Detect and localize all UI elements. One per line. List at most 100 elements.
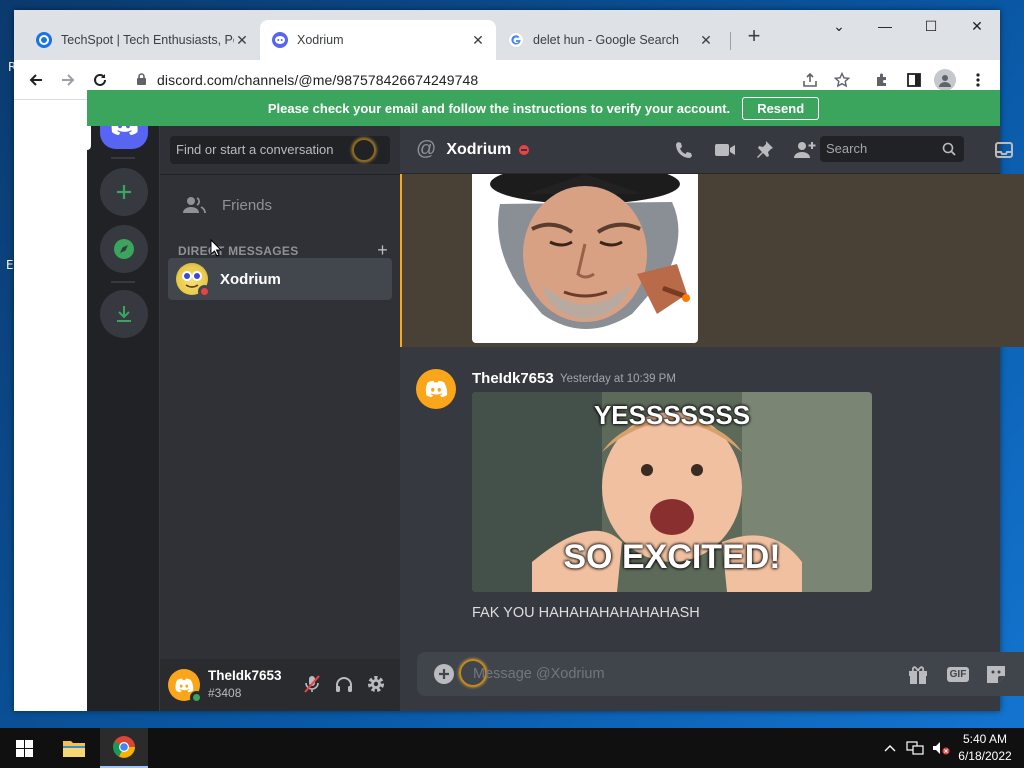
discord-app: Please check your email and follow the i…	[87, 90, 1024, 711]
gif-caption-top: YESSSSSSS	[593, 400, 751, 430]
gif-caption-bottom: SO EXCITED!	[563, 538, 781, 576]
maximize-button[interactable]: ☐	[908, 16, 954, 36]
friends-label: Friends	[222, 196, 273, 214]
dm-item-xodrium[interactable]: Xodrium	[168, 258, 392, 300]
message-author[interactable]: TheIdk7653	[472, 370, 554, 387]
browser-window: TechSpot | Tech Enthusiasts, Pow ✕ Xodri…	[14, 10, 1024, 711]
clock-time: 5:40 AM	[962, 732, 1008, 746]
friends-nav-item[interactable]: Friends	[168, 184, 392, 226]
side-panel-icon[interactable]	[904, 70, 924, 90]
tab-divider	[730, 32, 731, 50]
system-tray	[884, 728, 950, 768]
dm-header-label: DIRECT MESSAGES	[178, 244, 299, 258]
discord-favicon-icon	[272, 32, 288, 48]
call-icon[interactable]	[674, 140, 694, 160]
browser-menu-icon[interactable]	[968, 70, 988, 90]
user-avatar[interactable]	[416, 369, 456, 409]
message-input-placeholder: Message @Xodrium	[473, 666, 605, 682]
close-tab-icon[interactable]: ✕	[234, 32, 250, 49]
message-text: FAK YOU HAHAHAHAHAHAHASH	[472, 605, 700, 621]
channel-name: Xodrium	[446, 140, 512, 158]
tab-title: Xodrium	[297, 33, 344, 47]
tray-chevron-icon[interactable]	[884, 744, 896, 752]
resend-button[interactable]: Resend	[742, 96, 820, 120]
tab-search-button[interactable]: ⌄	[816, 16, 862, 36]
tab-google-search[interactable]: delet hun - Google Search ✕	[496, 20, 724, 60]
excited-baby-gif[interactable]: YESSSSSSS SO EXCITED!	[472, 392, 872, 592]
search-placeholder: Search	[826, 141, 868, 156]
message-list: TheIdk7653 Yesterday at 10:39 PM YESSSSS…	[400, 174, 1024, 644]
gif-label: GIF	[946, 666, 970, 682]
close-tab-icon[interactable]: ✕	[470, 32, 486, 49]
sticker-icon[interactable]	[985, 663, 1007, 685]
chrome-icon[interactable]	[100, 728, 148, 768]
search-icon	[942, 142, 956, 156]
server-divider	[111, 281, 135, 283]
forward-button[interactable]	[58, 70, 78, 90]
mute-icon[interactable]	[302, 674, 322, 694]
tab-title: delet hun - Google Search	[533, 33, 679, 47]
at-prefix: @	[416, 138, 437, 160]
message-input[interactable]: Message @Xodrium GIF	[417, 652, 1024, 696]
download-icon[interactable]	[100, 290, 148, 338]
panel-user-tag: #3408	[208, 686, 242, 700]
reload-button[interactable]	[90, 70, 110, 90]
google-favicon-icon	[508, 32, 524, 48]
chat-header: @ Xodrium Search	[400, 126, 1013, 174]
server-list	[87, 90, 159, 711]
chat-search-input[interactable]: Search	[820, 136, 964, 162]
online-status-icon	[190, 691, 203, 704]
share-icon[interactable]	[800, 70, 820, 90]
panel-username: TheIdk7653	[208, 668, 282, 683]
dnd-status-icon	[519, 144, 530, 155]
loading-cursor-icon	[352, 138, 376, 162]
user-panel: TheIdk7653 #3408	[160, 659, 400, 711]
attach-plus-icon[interactable]	[433, 663, 455, 685]
windows-start-icon[interactable]	[0, 728, 48, 768]
profile-icon[interactable]	[934, 69, 956, 91]
dnd-status-icon	[198, 285, 211, 298]
meme-image-top	[472, 174, 698, 343]
taskbar: 5:40 AM 6/18/2022	[0, 728, 1024, 768]
clock-date: 6/18/2022	[958, 749, 1012, 763]
tab-xodrium[interactable]: Xodrium ✕	[260, 20, 496, 60]
minimize-button[interactable]: —	[862, 16, 908, 36]
new-tab-button[interactable]: +	[742, 24, 766, 48]
sidebar-divider	[160, 174, 400, 175]
gift-icon[interactable]	[907, 663, 929, 685]
tab-title: TechSpot | Tech Enthusiasts, Pow	[61, 33, 234, 47]
explore-icon[interactable]	[100, 225, 148, 273]
desktop-label-e: E	[6, 258, 14, 272]
avatar	[176, 263, 211, 298]
file-explorer-icon[interactable]	[50, 728, 98, 768]
verify-notice-text: Please check your email and follow the i…	[267, 100, 731, 116]
user-avatar[interactable]	[168, 669, 203, 704]
tab-techspot[interactable]: TechSpot | Tech Enthusiasts, Pow ✕	[24, 20, 260, 60]
tab-strip: TechSpot | Tech Enthusiasts, Pow ✕ Xodri…	[14, 10, 1000, 60]
inbox-icon[interactable]	[994, 140, 1014, 160]
back-button[interactable]	[26, 70, 46, 90]
clock[interactable]: 5:40 AM 6/18/2022	[950, 731, 1020, 765]
lock-icon	[136, 73, 147, 91]
network-icon[interactable]	[906, 741, 924, 755]
dm-sidebar: Find or start a conversation Friends DIR…	[160, 126, 400, 711]
techspot-favicon-icon	[36, 32, 52, 48]
dm-name: Xodrium	[220, 270, 281, 288]
headphones-icon[interactable]	[334, 674, 354, 694]
settings-icon[interactable]	[366, 674, 386, 694]
verify-email-banner: Please check your email and follow the i…	[87, 90, 1000, 126]
message-timestamp: Yesterday at 10:39 PM	[560, 373, 676, 385]
server-divider	[111, 157, 135, 159]
bookmark-star-icon[interactable]	[832, 70, 852, 90]
close-tab-icon[interactable]: ✕	[698, 32, 714, 49]
address-bar[interactable]: discord.com/channels/@me/987578426674249…	[157, 72, 478, 88]
pin-icon[interactable]	[754, 140, 774, 160]
volume-muted-icon[interactable]	[932, 741, 950, 755]
video-icon[interactable]	[714, 140, 736, 160]
add-member-icon[interactable]	[794, 140, 816, 160]
friends-icon	[182, 195, 206, 215]
add-server-icon[interactable]	[100, 168, 148, 216]
close-window-button[interactable]: ✕	[954, 16, 1000, 36]
extensions-icon[interactable]	[872, 70, 892, 90]
gif-button[interactable]: GIF	[945, 663, 971, 685]
